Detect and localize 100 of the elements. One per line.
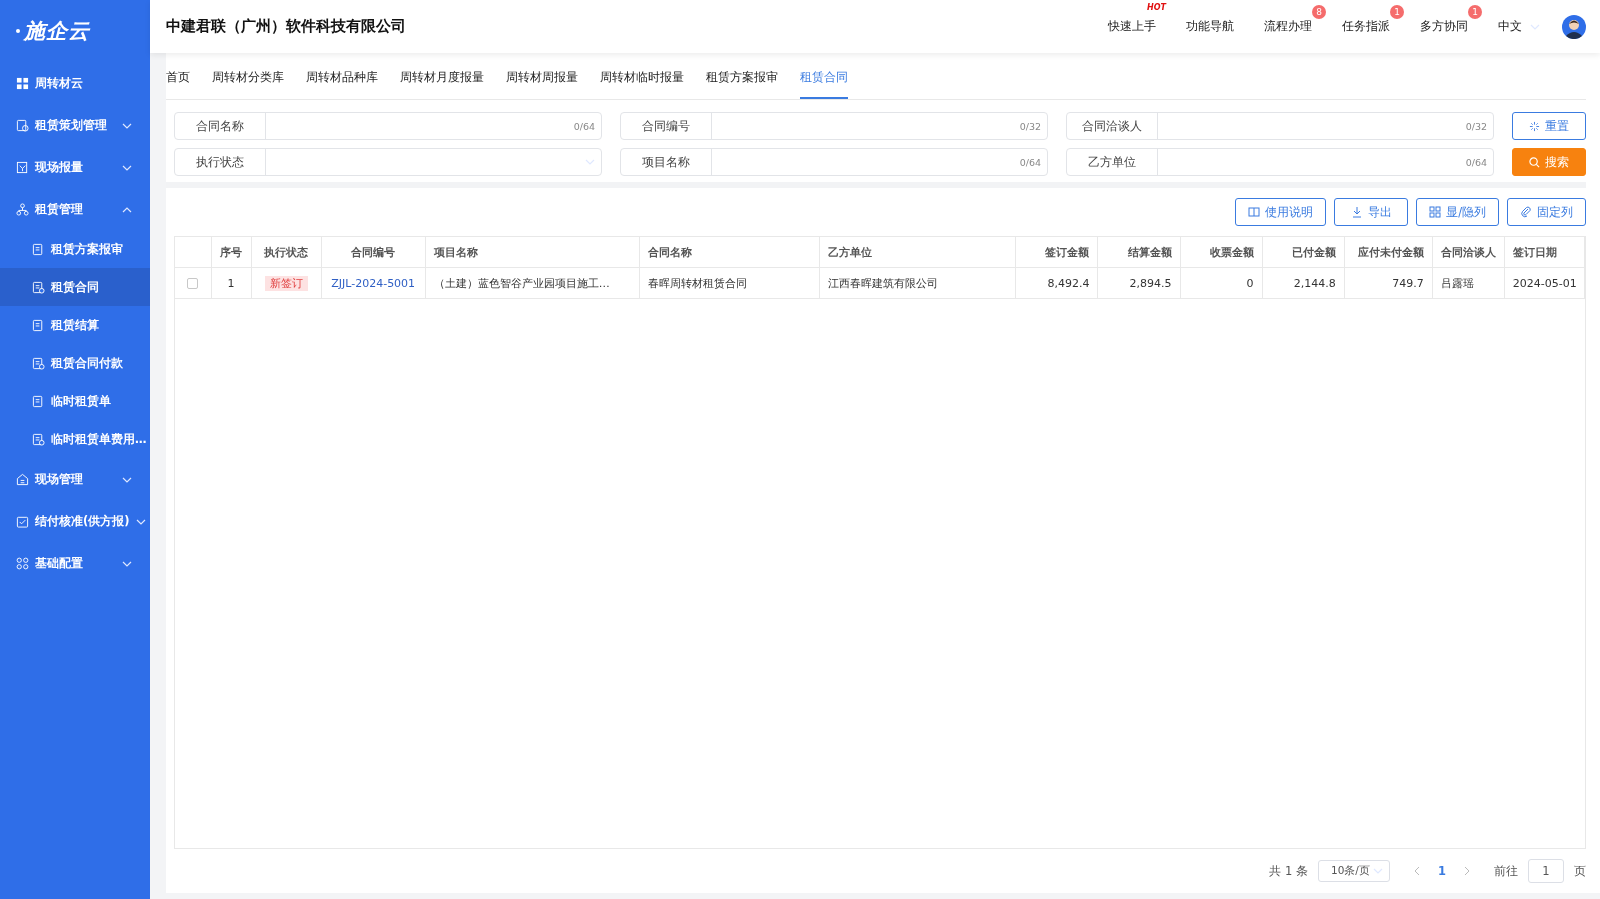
hierarchy-icon bbox=[16, 202, 29, 216]
sidebar-item[interactable]: 现场报量 bbox=[0, 146, 150, 188]
header-link[interactable]: 快速上手 bbox=[1108, 19, 1156, 33]
select-field[interactable]: 执行状态 bbox=[174, 148, 602, 176]
document-icon bbox=[32, 318, 45, 332]
chevron-icon bbox=[122, 477, 132, 483]
tab[interactable]: 租赁方案报审 bbox=[706, 55, 778, 99]
header-link[interactable]: 多方协同 bbox=[1420, 19, 1468, 33]
count-badge: 1 bbox=[1390, 5, 1404, 19]
tab[interactable]: 周转材品种库 bbox=[306, 55, 378, 99]
sidebar-item[interactable]: 结付核准(供方报) bbox=[0, 500, 150, 542]
toolbar-button[interactable]: 导出 bbox=[1334, 198, 1409, 226]
hot-label: HOT bbox=[1147, 3, 1166, 12]
toolbar-button[interactable]: 固定列 bbox=[1507, 198, 1586, 226]
header-link[interactable]: 任务指派 bbox=[1342, 19, 1390, 33]
input-field[interactable]: 合同名称 0/64 bbox=[174, 112, 602, 140]
character-counter: 0/64 bbox=[1019, 156, 1041, 168]
tab[interactable]: 租赁合同 bbox=[800, 55, 848, 99]
contract-link[interactable]: ZJJL-2024-5001 bbox=[331, 276, 416, 290]
column-header: 序号 bbox=[211, 237, 252, 268]
header-link[interactable]: 功能导航 bbox=[1186, 19, 1234, 33]
character-counter: 0/32 bbox=[1019, 120, 1041, 132]
chevron-icon bbox=[122, 123, 132, 129]
page-size-select[interactable]: 10条/页 bbox=[1318, 860, 1390, 882]
clipboard-icon bbox=[16, 514, 29, 528]
toolbar-button[interactable]: 显/隐列 bbox=[1416, 198, 1499, 226]
chevron-icon bbox=[1373, 868, 1383, 874]
tab[interactable]: 周转材周报量 bbox=[506, 55, 578, 99]
table-cell: 江西春晖建筑有限公司 bbox=[819, 267, 1016, 299]
sparkle-icon bbox=[1529, 120, 1540, 132]
status-tag: 新签订 bbox=[264, 275, 308, 291]
sidebar-item[interactable]: 租赁合同付款 bbox=[0, 344, 150, 382]
column-header: 项目名称 bbox=[425, 237, 640, 268]
company-name: 中建君联（广州）软件科技有限公司 bbox=[166, 17, 407, 36]
sidebar-item[interactable]: 租赁结算 bbox=[0, 306, 150, 344]
input-field[interactable]: 合同洽谈人 0/32 bbox=[1066, 112, 1494, 140]
sidebar-item[interactable]: 周转材云 bbox=[0, 62, 150, 104]
book-icon bbox=[1248, 206, 1261, 218]
table-cell: 春晖周转材租赁合同 bbox=[639, 267, 820, 299]
sidebar-item[interactable]: 租赁策划管理 bbox=[0, 104, 150, 146]
avatar[interactable] bbox=[1562, 14, 1586, 39]
table-cell: 1 bbox=[211, 267, 252, 299]
total-count: 共 1 条 bbox=[1269, 863, 1308, 879]
search-icon bbox=[1529, 156, 1540, 168]
input-field[interactable]: 乙方单位 0/64 bbox=[1066, 148, 1494, 176]
tab[interactable]: 周转材临时报量 bbox=[600, 55, 684, 99]
sidebar-item[interactable]: 租赁合同 bbox=[0, 268, 150, 306]
paperclip-icon bbox=[1520, 206, 1532, 218]
table-cell: 8,492.4 bbox=[1015, 267, 1098, 299]
document-icon bbox=[32, 356, 45, 370]
logo: 施企云 bbox=[24, 18, 90, 45]
sidebar-item[interactable]: 临时租赁单 bbox=[0, 382, 150, 420]
checkbox[interactable] bbox=[187, 278, 199, 289]
tab[interactable]: 周转材月度报量 bbox=[400, 55, 484, 99]
table-cell: 吕露瑶 bbox=[1432, 267, 1505, 299]
table-cell: 2024-05-01 bbox=[1504, 267, 1585, 299]
chevron-icon bbox=[122, 207, 132, 213]
column-header: 应付未付金额 bbox=[1344, 237, 1433, 268]
column-header: 乙方单位 bbox=[819, 237, 1016, 268]
table-cell: 749.7 bbox=[1344, 267, 1433, 299]
goto-label: 前往 bbox=[1494, 863, 1518, 879]
chevron-icon bbox=[1530, 23, 1540, 30]
previous-page-icon[interactable] bbox=[1414, 866, 1420, 876]
header-link[interactable]: 流程办理 bbox=[1264, 19, 1312, 33]
page-input[interactable]: 1 bbox=[1528, 859, 1564, 883]
download-icon bbox=[1350, 206, 1363, 218]
language-select[interactable]: 中文 bbox=[1498, 18, 1522, 35]
table-cell: （土建）蓝色智谷产业园项目施工… bbox=[425, 267, 640, 299]
column-header: 签订金额 bbox=[1015, 237, 1098, 268]
report-icon bbox=[16, 160, 29, 174]
document-icon bbox=[32, 432, 45, 446]
input-field[interactable]: 合同编号 0/32 bbox=[620, 112, 1048, 140]
chevron-icon bbox=[122, 561, 132, 567]
grid-icon bbox=[16, 556, 29, 570]
character-counter: 0/64 bbox=[1465, 156, 1487, 168]
table-cell: 2,894.5 bbox=[1097, 267, 1180, 299]
database-icon bbox=[16, 118, 29, 132]
column-header: 合同编号 bbox=[321, 237, 426, 268]
house-icon bbox=[16, 472, 29, 486]
tab[interactable]: 周转材分类库 bbox=[212, 55, 284, 99]
grid-icon bbox=[16, 76, 29, 90]
column-header: 已付金额 bbox=[1262, 237, 1345, 268]
sidebar-item[interactable]: 临时租赁单费用… bbox=[0, 420, 150, 458]
chevron-icon bbox=[585, 159, 595, 165]
page-suffix: 页 bbox=[1574, 863, 1586, 879]
reset-button[interactable]: 重置 bbox=[1512, 112, 1586, 140]
toolbar-button[interactable]: 使用说明 bbox=[1235, 198, 1327, 226]
next-page-icon[interactable] bbox=[1464, 866, 1470, 876]
sidebar-item[interactable]: 现场管理 bbox=[0, 458, 150, 500]
column-header: 执行状态 bbox=[251, 237, 322, 268]
page-number[interactable]: 1 bbox=[1430, 864, 1454, 878]
sidebar-item[interactable]: 租赁管理 bbox=[0, 188, 150, 230]
table-cell: 2,144.8 bbox=[1262, 267, 1345, 299]
column-header: 收票金额 bbox=[1180, 237, 1263, 268]
input-field[interactable]: 项目名称 0/64 bbox=[620, 148, 1048, 176]
sidebar-item[interactable]: 租赁方案报审 bbox=[0, 230, 150, 268]
grid-icon bbox=[1429, 206, 1442, 218]
sidebar-item[interactable]: 基础配置 bbox=[0, 542, 150, 584]
character-counter: 0/32 bbox=[1465, 120, 1487, 132]
tab[interactable]: 首页 bbox=[166, 55, 190, 99]
